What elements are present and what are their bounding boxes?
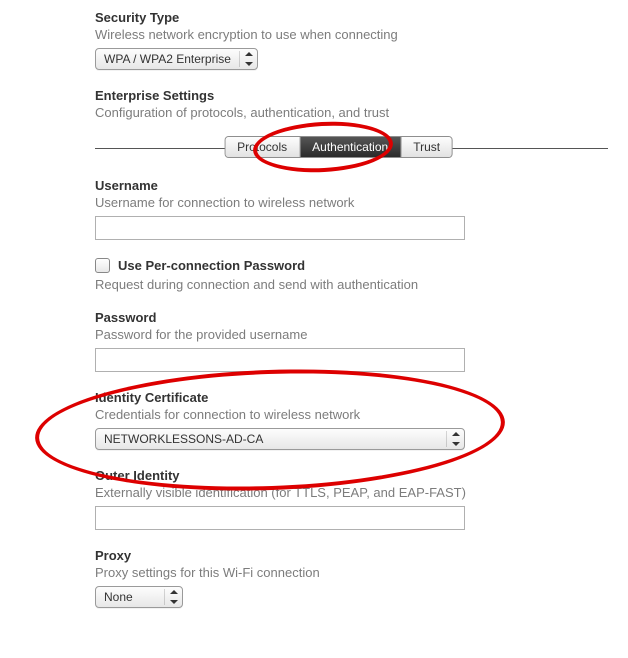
enterprise-desc: Configuration of protocols, authenticati… — [95, 105, 628, 120]
outer-identity-title: Outer Identity — [95, 468, 628, 483]
security-type-desc: Wireless network encryption to use when … — [95, 27, 628, 42]
identity-cert-desc: Credentials for connection to wireless n… — [95, 407, 628, 422]
per-connection-checkbox[interactable] — [95, 258, 110, 273]
identity-cert-value: NETWORKLESSONS-AD-CA — [104, 432, 263, 446]
username-input[interactable] — [95, 216, 465, 240]
tab-authentication[interactable]: Authentication — [300, 137, 401, 157]
updown-icon — [164, 589, 178, 605]
security-type-value: WPA / WPA2 Enterprise — [104, 52, 231, 66]
proxy-title: Proxy — [95, 548, 628, 563]
security-type-title: Security Type — [95, 10, 628, 25]
password-section: Password Password for the provided usern… — [95, 310, 628, 372]
password-desc: Password for the provided username — [95, 327, 628, 342]
outer-identity-section: Outer Identity Externally visible identi… — [95, 468, 628, 530]
updown-icon — [446, 431, 460, 447]
proxy-dropdown[interactable]: None — [95, 586, 183, 608]
enterprise-section: Enterprise Settings Configuration of pro… — [95, 88, 628, 160]
security-type-dropdown[interactable]: WPA / WPA2 Enterprise — [95, 48, 258, 70]
proxy-value: None — [104, 590, 133, 604]
identity-cert-title: Identity Certificate — [95, 390, 628, 405]
password-title: Password — [95, 310, 628, 325]
proxy-desc: Proxy settings for this Wi-Fi connection — [95, 565, 628, 580]
identity-cert-dropdown[interactable]: NETWORKLESSONS-AD-CA — [95, 428, 465, 450]
outer-identity-input[interactable] — [95, 506, 465, 530]
tab-protocols[interactable]: Protocols — [225, 137, 300, 157]
username-section: Username Username for connection to wire… — [95, 178, 628, 240]
proxy-section: Proxy Proxy settings for this Wi-Fi conn… — [95, 548, 628, 608]
enterprise-title: Enterprise Settings — [95, 88, 628, 103]
per-connection-label: Use Per-connection Password — [118, 258, 305, 273]
enterprise-tabs: Protocols Authentication Trust — [224, 136, 453, 158]
per-connection-row: Use Per-connection Password — [95, 258, 628, 273]
per-connection-section: Use Per-connection Password Request duri… — [95, 258, 628, 292]
identity-cert-section: Identity Certificate Credentials for con… — [95, 390, 628, 450]
security-type-section: Security Type Wireless network encryptio… — [95, 10, 628, 70]
username-title: Username — [95, 178, 628, 193]
per-connection-desc: Request during connection and send with … — [95, 277, 628, 292]
password-input[interactable] — [95, 348, 465, 372]
outer-identity-desc: Externally visible identification (for T… — [95, 485, 628, 500]
tab-trust[interactable]: Trust — [401, 137, 452, 157]
updown-icon — [239, 51, 253, 67]
username-desc: Username for connection to wireless netw… — [95, 195, 628, 210]
enterprise-tabs-row: Protocols Authentication Trust — [95, 136, 628, 160]
